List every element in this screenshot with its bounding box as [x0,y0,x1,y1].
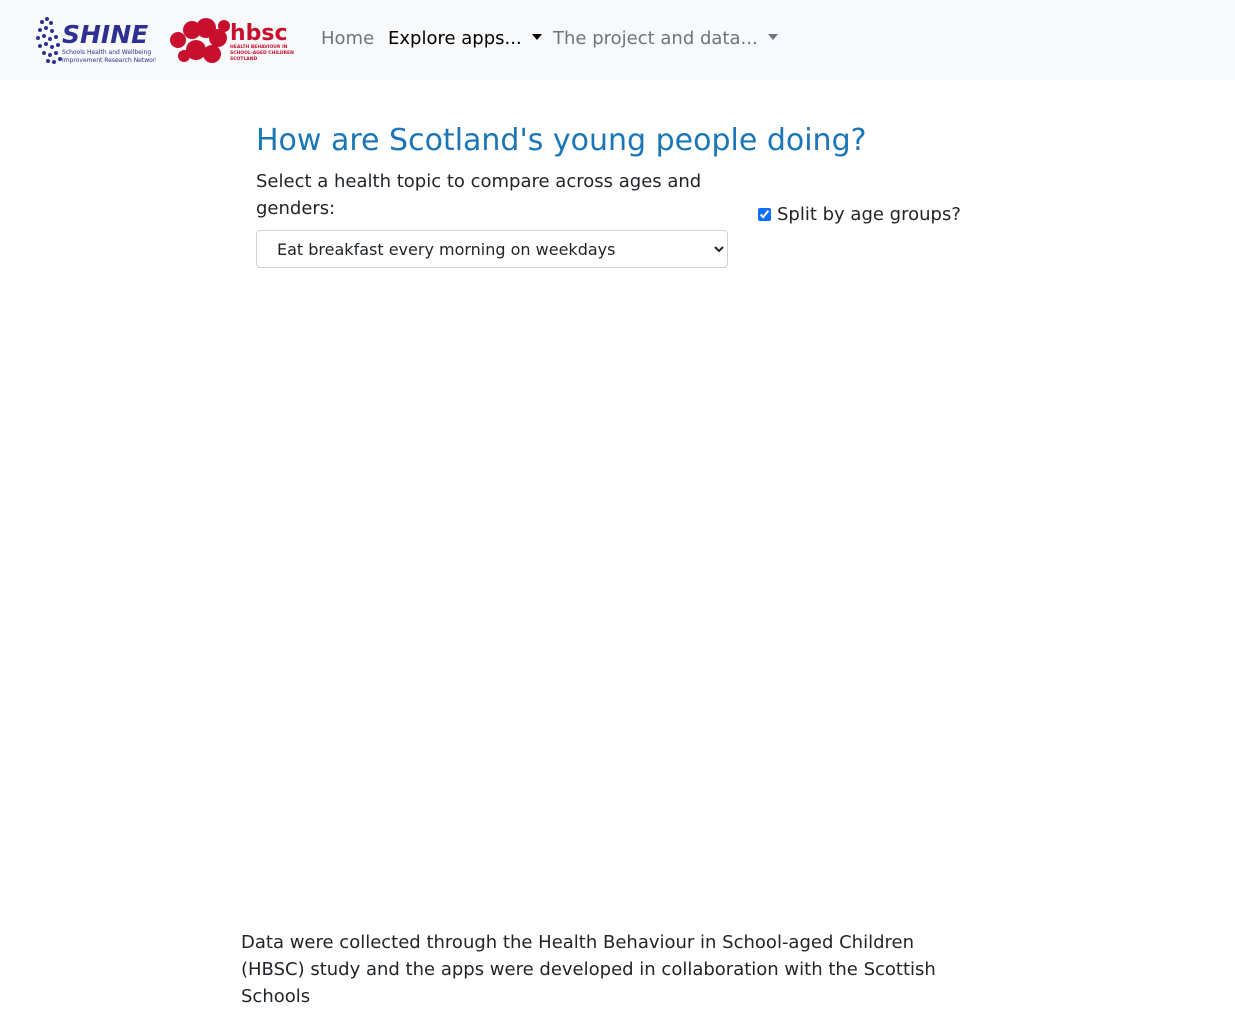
caret-down-icon [767,34,778,40]
health-topic-select[interactable]: Eat breakfast every morning on weekdays [256,230,728,268]
split-by-age-checkbox[interactable] [758,208,771,221]
svg-text:Schools Health and Wellbeing: Schools Health and Wellbeing [62,49,151,56]
nav-project-data-label: The project and data... [553,28,758,49]
caret-down-icon [531,34,542,40]
nav-explore-apps-dropdown[interactable]: Explore apps... [388,28,542,50]
page-title: How are Scotland's young people doing? [256,123,867,158]
svg-text:SCHOOL-AGED CHILDREN: SCHOOL-AGED CHILDREN [230,50,294,56]
footer-description: Data were collected through the Health B… [241,932,936,1007]
shine-logo[interactable]: SHINE Schools Health and Wellbeing Impro… [32,10,156,68]
svg-text:hbsc: hbsc [230,21,288,46]
svg-text:SHINE: SHINE [62,20,148,49]
nav-home-link[interactable]: Home [321,28,374,50]
hbsc-logo[interactable]: hbsc HEALTH BEHAVIOUR IN SCHOOL-AGED CHI… [168,12,294,68]
topic-select-label: Select a health topic to compare across … [256,171,702,219]
svg-text:HEALTH BEHAVIOUR IN: HEALTH BEHAVIOUR IN [230,44,288,50]
svg-text:SCOTLAND: SCOTLAND [230,56,258,62]
nav-project-data-dropdown[interactable]: The project and data... [553,28,778,50]
nav-explore-apps-label: Explore apps... [388,28,522,49]
top-navbar: SHINE Schools Health and Wellbeing Impro… [0,0,1235,80]
plot-area [256,290,976,890]
split-by-age-label[interactable]: Split by age groups? [777,203,961,227]
svg-text:Improvement Research Network: Improvement Research Network [62,57,156,64]
